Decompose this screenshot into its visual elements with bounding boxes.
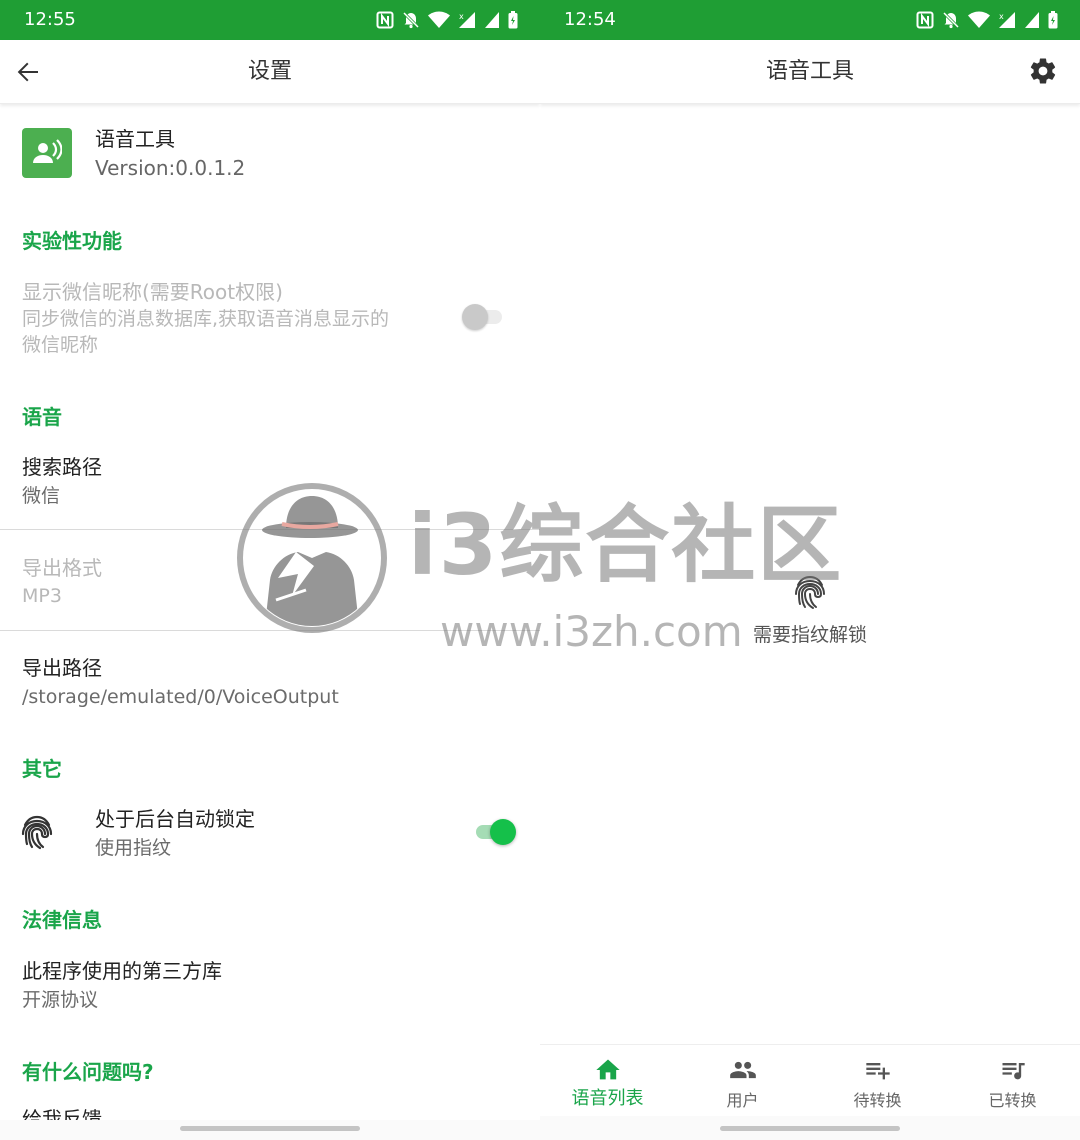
divider [0, 630, 540, 631]
page-title: 设置 [247, 59, 292, 84]
app-logo-icon [22, 128, 72, 178]
pref-licenses-title: 此程序使用的第三方库 [22, 959, 222, 983]
status-time: 12:55 [24, 9, 76, 30]
pref-export-path-value: /storage/emulated/0/VoiceOutput [22, 686, 339, 708]
auto-lock-toggle[interactable] [472, 814, 516, 850]
status-time: 12:54 [564, 9, 616, 30]
nav-item-converted[interactable]: 已转换 [945, 1045, 1080, 1116]
fingerprint-icon[interactable] [793, 574, 827, 612]
pref-search-path-title: 搜索路径 [22, 455, 102, 479]
svg-text:x: x [999, 12, 1004, 21]
app-info-header: 语音工具 Version:0.0.1.2 [22, 126, 522, 186]
app-title: 语音工具 [765, 59, 854, 84]
status-icons: x [376, 9, 518, 31]
status-bar: 12:54 x [540, 0, 1080, 40]
toggle-thumb [462, 304, 488, 330]
signal-icon: x [459, 12, 475, 28]
wifi-icon [968, 11, 990, 28]
signal-2-icon [1025, 12, 1039, 28]
pref-wechat-nickname-summary: 同步微信的消息数据库,获取语音消息显示的 [22, 308, 390, 330]
nav-item-pending[interactable]: 待转换 [810, 1045, 945, 1116]
section-experimental-title: 实验性功能 [22, 229, 122, 253]
playlist-add-icon [865, 1063, 890, 1080]
pref-auto-lock-title: 处于后台自动锁定 [95, 807, 255, 831]
nav-item-voice-list[interactable]: 语音列表 [540, 1045, 675, 1116]
status-bar: 12:55 x [0, 0, 540, 40]
lock-message: 需要指纹解锁 [752, 624, 867, 646]
main-screen: 12:54 x 语音工具 需要指纹解锁 语音列表 用户 待转换 已转换 [540, 0, 1080, 1140]
pref-export-format-value: MP3 [22, 585, 62, 607]
pref-feedback-title[interactable]: 给我反馈 [22, 1106, 102, 1120]
section-questions-title: 有什么问题吗? [22, 1060, 154, 1084]
app-name: 语音工具 [95, 127, 175, 151]
status-icons: x [916, 9, 1058, 31]
signal-2-icon [485, 12, 499, 28]
nfc-icon [376, 11, 394, 29]
bottom-navigation: 语音列表 用户 待转换 已转换 [540, 1044, 1080, 1116]
home-icon [595, 1059, 620, 1080]
app-version: Version:0.0.1.2 [95, 156, 246, 180]
pref-export-format-title: 导出格式 [22, 556, 102, 580]
divider [0, 529, 540, 530]
wifi-icon [428, 11, 450, 28]
pref-licenses-summary: 开源协议 [22, 989, 99, 1011]
pref-auto-lock-summary: 使用指纹 [95, 837, 172, 859]
nav-label: 待转换 [853, 1091, 902, 1110]
nav-label: 用户 [726, 1091, 759, 1110]
silent-bell-icon [942, 11, 960, 29]
section-legal-title: 法律信息 [22, 908, 102, 932]
main-app-bar: 语音工具 [540, 40, 1080, 104]
queue-music-icon [1002, 1063, 1025, 1080]
fingerprint-lock: 需要指纹解锁 [540, 574, 1080, 654]
home-indicator[interactable] [720, 1126, 900, 1131]
settings-screen: 12:55 x 设置 语音工具 Version:0.0.1.2 实验性功能 显示… [0, 0, 540, 1140]
toggle-thumb [490, 819, 516, 845]
fingerprint-icon [21, 815, 53, 850]
svg-text:x: x [459, 12, 464, 21]
pref-search-path-value: 微信 [22, 485, 61, 507]
pref-wechat-nickname-title: 显示微信昵称(需要Root权限) [22, 280, 283, 304]
people-icon [729, 1061, 756, 1079]
battery-charging-icon [508, 11, 518, 29]
section-voice-title: 语音 [22, 405, 62, 429]
gear-icon[interactable] [1028, 56, 1058, 86]
wechat-nickname-toggle[interactable] [462, 299, 506, 335]
nfc-icon [916, 11, 934, 29]
battery-charging-icon [1048, 11, 1058, 29]
signal-icon: x [999, 12, 1015, 28]
pref-export-path-title: 导出路径 [22, 656, 102, 680]
nav-label: 已转换 [988, 1091, 1037, 1110]
pref-wechat-nickname-summary-2: 微信昵称 [22, 334, 99, 356]
nav-item-users[interactable]: 用户 [675, 1045, 810, 1116]
silent-bell-icon [402, 11, 420, 29]
nav-label: 语音列表 [571, 1088, 644, 1109]
home-indicator[interactable] [180, 1126, 360, 1131]
settings-app-bar: 设置 [0, 40, 540, 104]
section-other-title: 其它 [22, 757, 62, 781]
